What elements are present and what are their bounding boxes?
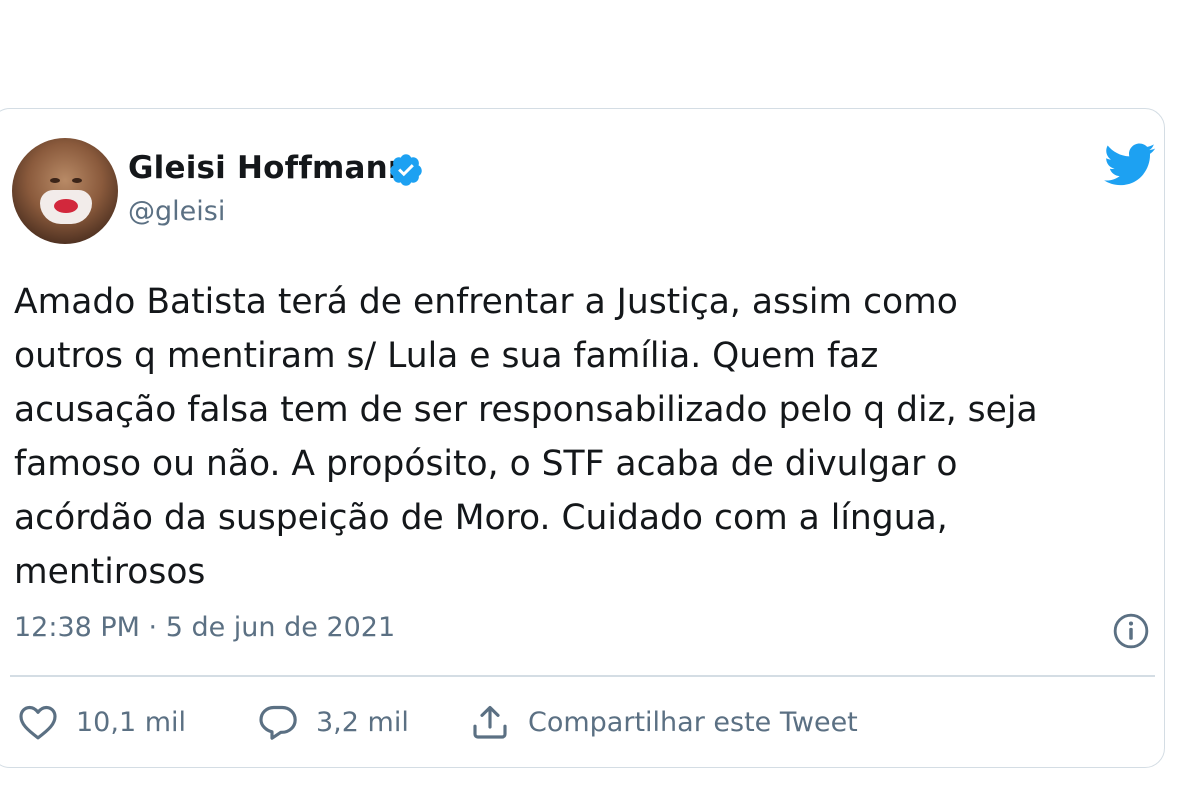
tweet-text: Amado Batista terá de enfrentar a Justiç… xyxy=(14,282,1038,592)
share-button[interactable]: Compartilhar este Tweet xyxy=(470,698,858,746)
author-display-name[interactable]: Gleisi Hoffmann xyxy=(128,150,410,186)
like-button[interactable]: 10,1 mil xyxy=(18,698,186,746)
tweet-timestamp[interactable]: 12:38 PM · 5 de jun de 2021 xyxy=(14,612,395,643)
avatar[interactable] xyxy=(12,138,118,244)
info-icon[interactable] xyxy=(1112,612,1150,650)
verified-badge-icon xyxy=(390,154,422,186)
reply-button[interactable]: 3,2 mil xyxy=(258,698,409,746)
heart-icon xyxy=(19,705,57,740)
speech-bubble-icon xyxy=(259,705,297,740)
reply-count: 3,2 mil xyxy=(316,706,409,738)
share-icon xyxy=(473,705,507,739)
twitter-bird-icon[interactable] xyxy=(1104,142,1156,188)
share-label: Compartilhar este Tweet xyxy=(528,706,858,738)
divider xyxy=(10,675,1155,677)
author-handle[interactable]: @gleisi xyxy=(128,196,225,227)
like-count: 10,1 mil xyxy=(76,706,187,738)
